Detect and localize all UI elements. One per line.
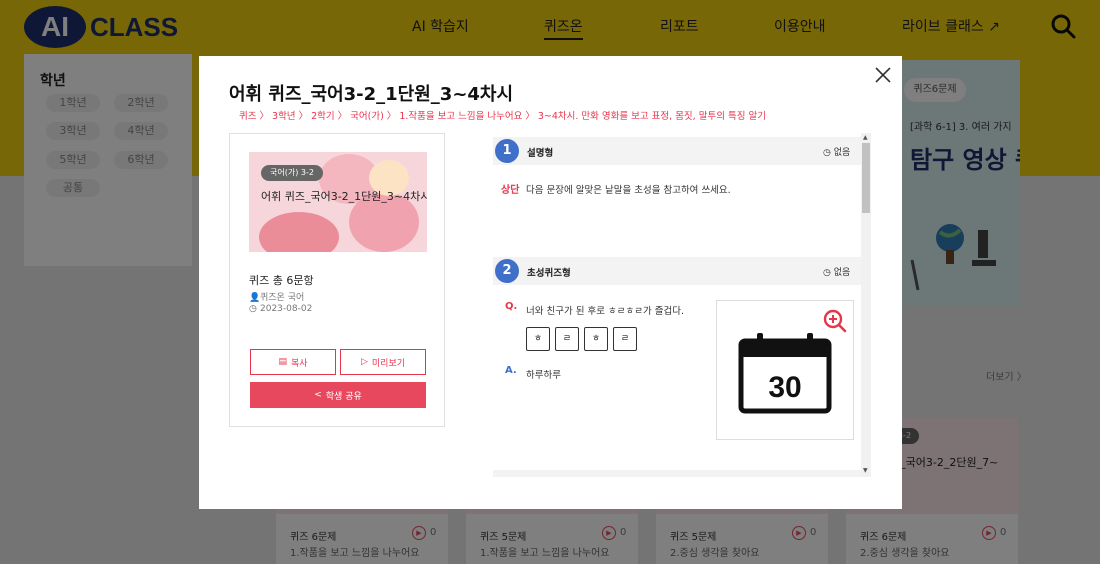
calendar-icon: 30 [738, 333, 832, 414]
thumbnail-title: 어휘 퀴즈_국어3-2_1단원_3~4차시 [261, 190, 427, 203]
time-limit: ◷ 없음 [823, 145, 850, 158]
close-icon[interactable] [873, 65, 893, 85]
quiz-detail-modal: 어휘 퀴즈_국어3-2_1단원_3~4차시 퀴즈 〉 3학년 〉 2학기 〉 국… [199, 56, 902, 509]
scroll-up-icon[interactable]: ▲ [863, 134, 868, 141]
copy-icon: ▤ [278, 357, 287, 367]
question-number: 1 [495, 139, 519, 163]
quiz-summary-card: 국어(가) 3-2 어휘 퀴즈_국어3-2_1단원_3~4차시 퀴즈 총 6문항… [229, 133, 445, 427]
clock-icon: ◷ [249, 304, 257, 314]
scrollbar[interactable]: ▲ ▼ [861, 133, 871, 477]
question-header-partial [493, 470, 861, 477]
initial-consonant-box: ㄹ [613, 327, 637, 351]
question-text: 다음 문장에 알맞은 낱말을 초성을 참고하여 쓰세요. [526, 185, 731, 196]
scroll-down-icon[interactable]: ▼ [863, 467, 868, 474]
question-list[interactable]: 1 설명형 ◷ 없음 상단 다음 문장에 알맞은 낱말을 초성을 참고하여 쓰세… [493, 133, 871, 477]
created-date: 2023-08-02 [260, 304, 313, 314]
question-mark: Q. [505, 301, 518, 312]
initial-consonant-box: ㅎ [584, 327, 608, 351]
share-icon: < [314, 390, 322, 400]
quiz-thumbnail: 국어(가) 3-2 어휘 퀴즈_국어3-2_1단원_3~4차시 [249, 152, 427, 252]
question-image: 30 [716, 300, 854, 440]
author-name: 퀴즈온 국어 [260, 293, 305, 303]
preview-label: 미리보기 [371, 358, 406, 369]
zoom-in-icon[interactable] [823, 309, 847, 333]
question-text: 너와 친구가 된 후로 ㅎㄹㅎㄹ가 즐겁다. [526, 306, 684, 317]
initial-consonant-box: ㅎ [526, 327, 550, 351]
user-icon: 👤 [249, 293, 261, 303]
answer-text: 하루하루 [526, 370, 561, 381]
clock-icon: ◷ [823, 268, 834, 278]
answer-mark: A. [505, 365, 517, 376]
question-header: 1 설명형 ◷ 없음 [493, 137, 861, 165]
clock-icon: ◷ [823, 148, 834, 158]
question-header: 2 초성퀴즈형 ◷ 없음 [493, 257, 861, 285]
time-limit: ◷ 없음 [823, 265, 850, 278]
play-outline-icon: ▷ [360, 357, 368, 367]
copy-label: 복사 [290, 358, 308, 369]
subject-tag: 국어(가) 3-2 [261, 165, 323, 181]
author-row: 👤퀴즈온 국어 [249, 290, 304, 303]
time-limit-value: 없음 [833, 268, 851, 278]
question-count: 퀴즈 총 6문항 [249, 274, 314, 287]
question-type: 설명형 [527, 148, 554, 159]
share-students-button[interactable]: < 학생 공유 [250, 382, 426, 408]
question-type: 초성퀴즈형 [527, 268, 571, 279]
breadcrumb: 퀴즈 〉 3학년 〉 2학기 〉 국어(가) 〉 1.작품을 보고 느낌을 나누… [239, 111, 766, 122]
difficulty-label: 상단 [501, 185, 520, 196]
time-limit-value: 없음 [833, 148, 851, 158]
copy-button[interactable]: ▤ 복사 [250, 349, 336, 375]
scrollbar-thumb[interactable] [862, 143, 870, 213]
preview-button[interactable]: ▷ 미리보기 [340, 349, 426, 375]
date-row: ◷ 2023-08-02 [249, 304, 312, 314]
share-label: 학생 공유 [325, 391, 362, 402]
initial-consonant-box: ㄹ [555, 327, 579, 351]
question-number: 2 [495, 259, 519, 283]
calendar-number: 30 [768, 371, 801, 404]
modal-title: 어휘 퀴즈_국어3-2_1단원_3~4차시 [229, 84, 514, 105]
